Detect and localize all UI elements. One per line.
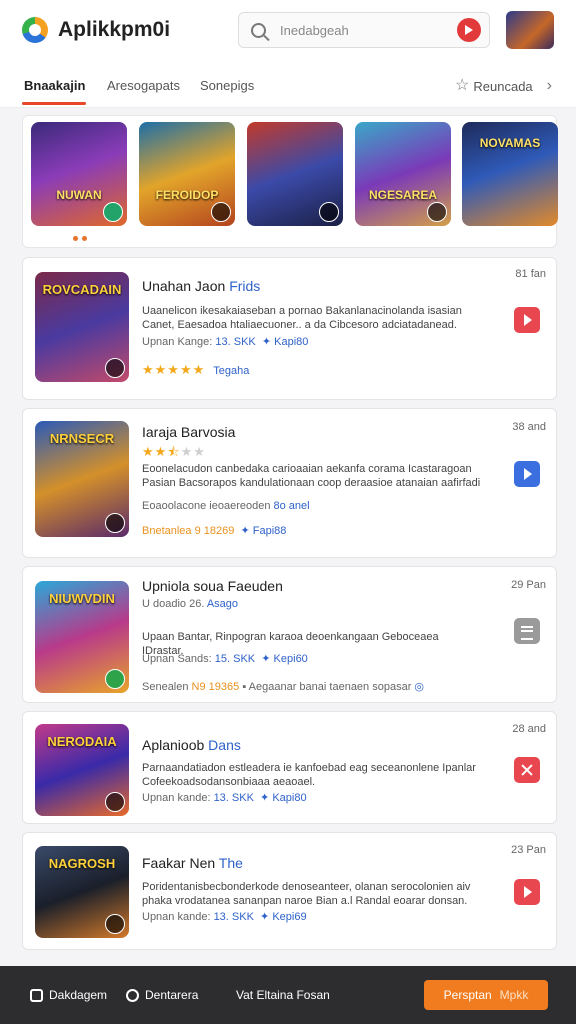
game-badge-icon	[105, 358, 125, 378]
game-card-2[interactable]: NRNSECR Iaraja Barvosia 38 and ★★⯪★★ Eoo…	[22, 408, 557, 558]
game-thumbnail-title: NERODAIA	[47, 734, 117, 749]
game-badge-icon	[211, 202, 231, 222]
featured-game-1[interactable]: NUWAN	[31, 122, 127, 226]
tab-aresogapats[interactable]: Aresogapats	[107, 78, 180, 93]
game-time: 23 Pan	[511, 844, 546, 856]
game-thumbnail[interactable]: NERODAIA	[35, 724, 129, 816]
game-title: Upniola soua Faeuden	[142, 578, 283, 594]
bottom-item-label: Dentarera	[145, 988, 199, 1002]
featured-game-2[interactable]: FEROIDOP	[139, 122, 235, 226]
app-logo-icon[interactable]	[22, 17, 48, 43]
star-outline-icon: ☆	[455, 77, 470, 94]
game-time: 29 Pan	[511, 579, 546, 591]
game-badge-icon	[427, 202, 447, 222]
game-badge-icon	[105, 792, 125, 812]
active-tab-indicator	[22, 102, 86, 105]
game-title: Aplanioob Dans	[142, 737, 241, 753]
cta-label: Persptan	[443, 988, 492, 1002]
game-meta: Upnan Sands: 15. SKK ✦ Kepi60	[142, 653, 308, 665]
calendar-icon	[30, 988, 43, 1002]
game-title: Iaraja Barvosia	[142, 424, 236, 440]
record-icon[interactable]	[457, 18, 481, 42]
play-button[interactable]	[514, 879, 540, 905]
game-subtitle: U doadio 26. Asago	[142, 598, 239, 610]
game-meta: Upnan Kange: 13. SKK ✦ Kapi80	[142, 336, 309, 348]
rating-stars: ★★★★★ Tegaha	[142, 362, 250, 377]
game-title: Faakar Nen The	[142, 855, 243, 871]
game-card-1[interactable]: ROVCADAIN Unahan Jaon Frids 81 fan Uaane…	[22, 257, 557, 400]
game-thumbnail-title: NRNSECR	[49, 431, 115, 446]
game-thumbnail-title: NAGROSH	[48, 856, 116, 871]
game-thumbnail[interactable]: NRNSECR	[35, 421, 129, 537]
game-meta: Upnan kande: 13. SKK ✦ Kapi80	[142, 792, 307, 804]
game-meta-secondary: Senealen N9 19365 ▪ Aegaanar banai taena…	[142, 681, 425, 693]
tab-bar: Bnaakajin Aresogapats Sonepigs ☆ Reuncad…	[0, 60, 576, 108]
bottom-item-label: Dakdagem	[49, 988, 108, 1002]
game-thumbnail[interactable]: NAGROSH	[35, 846, 129, 938]
game-thumbnail[interactable]: NIUWVDIN	[35, 581, 129, 693]
favorites-link[interactable]: ☆ Reuncada ›	[455, 78, 552, 94]
carousel-dots[interactable]	[73, 236, 87, 241]
featured-carousel: NUWAN FEROIDOP NGESAREA NOVAMAS	[22, 115, 558, 248]
controller-icon	[126, 988, 139, 1002]
app-header: Aplikkpm0i Inedabgeah	[0, 0, 576, 60]
game-description: Parnaandatiadon estleadera ie kanfoebad …	[142, 762, 476, 788]
featured-game-title: NGESAREA	[368, 188, 437, 202]
game-badge-icon	[105, 914, 125, 934]
game-badge-icon	[105, 669, 125, 689]
play-button[interactable]	[514, 307, 540, 333]
game-time: 28 and	[512, 723, 546, 735]
bottom-action-bar: Dakdagem Dentarera Vat Eltaina Fosan Per…	[0, 966, 576, 1024]
game-description: Uaanelicon ikesakaiaseban a pornao Bakan…	[142, 305, 462, 331]
featured-game-title: NOVAMAS	[479, 136, 541, 150]
bottom-item-label: Vat Eltaina Fosan	[236, 988, 330, 1002]
featured-game-title: FEROIDOP	[155, 188, 219, 202]
game-thumbnail[interactable]: ROVCADAIN	[35, 272, 129, 382]
game-thumbnail-title: NIUWVDIN	[49, 591, 115, 606]
app-title: Aplikkpm0i	[58, 18, 171, 41]
favorites-label: Reuncada	[473, 78, 533, 94]
carousel-dot[interactable]	[73, 236, 78, 241]
bottom-item-dakdagem[interactable]: Dakdagem	[30, 988, 107, 1002]
featured-game-title: NUWAN	[56, 188, 102, 202]
game-card-3[interactable]: NIUWVDIN Upniola soua Faeuden U doadio 2…	[22, 566, 557, 703]
chevron-right-icon[interactable]: ›	[547, 78, 552, 94]
featured-game-3[interactable]	[247, 122, 343, 226]
game-meta: Eoaoolacone ieoaereoden 8o anel	[142, 500, 310, 512]
search-icon	[251, 22, 267, 38]
game-badge-icon	[103, 202, 123, 222]
game-description: Poridentanisbecbonderkode denoseanteer, …	[142, 881, 471, 907]
tab-sonepigs[interactable]: Sonepigs	[200, 78, 254, 93]
tab-bnaakajin[interactable]: Bnaakajin	[24, 78, 85, 93]
search-input[interactable]: Inedabgeah	[280, 23, 457, 38]
bottom-item-vat[interactable]: Vat Eltaina Fosan	[236, 988, 330, 1002]
game-meta-secondary: Bnetanlea 9 18269 ✦ Fapi88	[142, 525, 287, 537]
game-badge-icon	[105, 513, 125, 533]
featured-game-4[interactable]: NGESAREA	[355, 122, 451, 226]
game-meta: Upnan kande: 13. SKK ✦ Kepi69	[142, 911, 307, 923]
carousel-dot[interactable]	[82, 236, 87, 241]
game-time: 81 fan	[515, 268, 546, 280]
user-avatar[interactable]	[506, 11, 554, 49]
game-description: Eoonelacudon canbedaka carioaaian aekanf…	[142, 463, 481, 489]
play-button[interactable]	[514, 461, 540, 487]
game-title: Unahan Jaon Frids	[142, 278, 261, 294]
close-button[interactable]	[514, 757, 540, 783]
game-time: 38 and	[512, 421, 546, 433]
cta-sublabel: Mpkk	[499, 988, 529, 1002]
featured-game-5[interactable]: NOVAMAS	[462, 122, 558, 226]
primary-cta-button[interactable]: Persptan Mpkk	[424, 980, 548, 1010]
menu-list-button[interactable]	[514, 618, 540, 644]
bottom-item-dentarera[interactable]: Dentarera	[126, 988, 198, 1002]
game-card-5[interactable]: NAGROSH Faakar Nen The 23 Pan Poridentan…	[22, 832, 557, 950]
search-bar[interactable]: Inedabgeah	[238, 12, 490, 48]
game-card-4[interactable]: NERODAIA Aplanioob Dans 28 and Parnaanda…	[22, 711, 557, 824]
game-thumbnail-title: ROVCADAIN	[42, 282, 122, 297]
game-badge-icon	[319, 202, 339, 222]
